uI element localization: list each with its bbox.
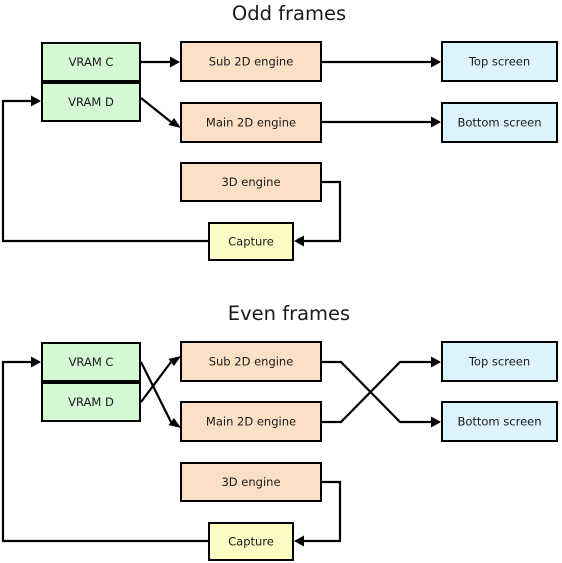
edge-vram-c-to-sub-2d-arrowhead: [170, 56, 180, 68]
3d-engine-box[interactable]: 3D engine: [180, 462, 322, 502]
edge-3d-engine-to-capture-arrowhead: [294, 235, 304, 247]
diagram-section-odd: Odd frames VRAM C VRAM D Sub 2D engine Main …: [1, 2, 558, 261]
edge-main-2d-to-top-screen-arrowhead: [431, 356, 441, 368]
flow-diagram-canvas: Odd frames VRAM C VRAM D Sub 2D engine Main …: [1, 2, 558, 561]
edge-sub-2d-to-bottom-screen: [322, 360, 432, 424]
vram-c-box-label: VRAM C: [69, 55, 114, 69]
edge-main-2d-to-top-screen: [322, 360, 432, 424]
edge-capture-to-vram-arrowhead: [31, 356, 41, 368]
top-screen-box[interactable]: Top screen: [441, 341, 558, 382]
vram-d-box[interactable]: VRAM D: [41, 382, 141, 422]
3d-engine-box[interactable]: 3D engine: [180, 162, 322, 202]
top-screen-box-label: Top screen: [468, 55, 530, 69]
top-screen-box[interactable]: Top screen: [441, 41, 558, 82]
bottom-screen-box[interactable]: Bottom screen: [441, 401, 558, 442]
sub-2d-engine-box[interactable]: Sub 2D engine: [180, 341, 322, 382]
section-title: Even frames: [228, 302, 350, 325]
vram-d-box-label: VRAM D: [68, 395, 114, 409]
3d-engine-box-label: 3D engine: [221, 175, 280, 189]
bottom-screen-box-label: Bottom screen: [457, 415, 541, 429]
vram-d-box[interactable]: VRAM D: [41, 82, 141, 122]
edge-vram-d-to-main-2d: [140, 97, 172, 123]
bottom-screen-box[interactable]: Bottom screen: [441, 102, 558, 143]
diagram-root: Odd frames VRAM C VRAM D Sub 2D engine Main …: [0, 0, 562, 563]
edge-vram-d-to-sub-2d: [140, 361, 172, 403]
edge-vram-c-to-main-2d: [140, 361, 172, 423]
main-2d-engine-box[interactable]: Main 2D engine: [180, 102, 322, 143]
capture-box[interactable]: Capture: [208, 222, 294, 261]
vram-c-box[interactable]: VRAM C: [41, 342, 141, 382]
main-2d-engine-box-label: Main 2D engine: [206, 116, 296, 130]
diagram-section-even: Even frames VRAM C VRAM D Sub 2D engine Main…: [1, 302, 558, 561]
edge-3d-engine-to-capture-arrowhead: [294, 535, 304, 547]
capture-box[interactable]: Capture: [208, 522, 294, 561]
main-2d-engine-box[interactable]: Main 2D engine: [180, 401, 322, 442]
edge-sub-2d-to-top-screen-arrowhead: [431, 56, 441, 68]
capture-box-label: Capture: [228, 535, 274, 549]
vram-c-box-label: VRAM C: [69, 355, 114, 369]
sub-2d-engine-box-label: Sub 2D engine: [209, 55, 294, 69]
bottom-screen-box-label: Bottom screen: [457, 116, 541, 130]
edge-capture-to-vram-arrowhead: [31, 95, 41, 107]
section-title: Odd frames: [232, 2, 346, 25]
capture-box-label: Capture: [228, 235, 274, 249]
3d-engine-box-label: 3D engine: [221, 475, 280, 489]
edge-sub-2d-to-bottom-screen-arrowhead: [431, 416, 441, 428]
vram-c-box[interactable]: VRAM C: [41, 42, 141, 82]
vram-d-box-label: VRAM D: [68, 95, 114, 109]
sub-2d-engine-box[interactable]: Sub 2D engine: [180, 41, 322, 82]
edge-vram-d-to-main-2d-arrowhead: [168, 118, 181, 128]
edge-main-2d-to-bottom-screen-arrowhead: [431, 116, 441, 128]
sub-2d-engine-box-label: Sub 2D engine: [209, 355, 294, 369]
top-screen-box-label: Top screen: [468, 355, 530, 369]
main-2d-engine-box-label: Main 2D engine: [206, 415, 296, 429]
